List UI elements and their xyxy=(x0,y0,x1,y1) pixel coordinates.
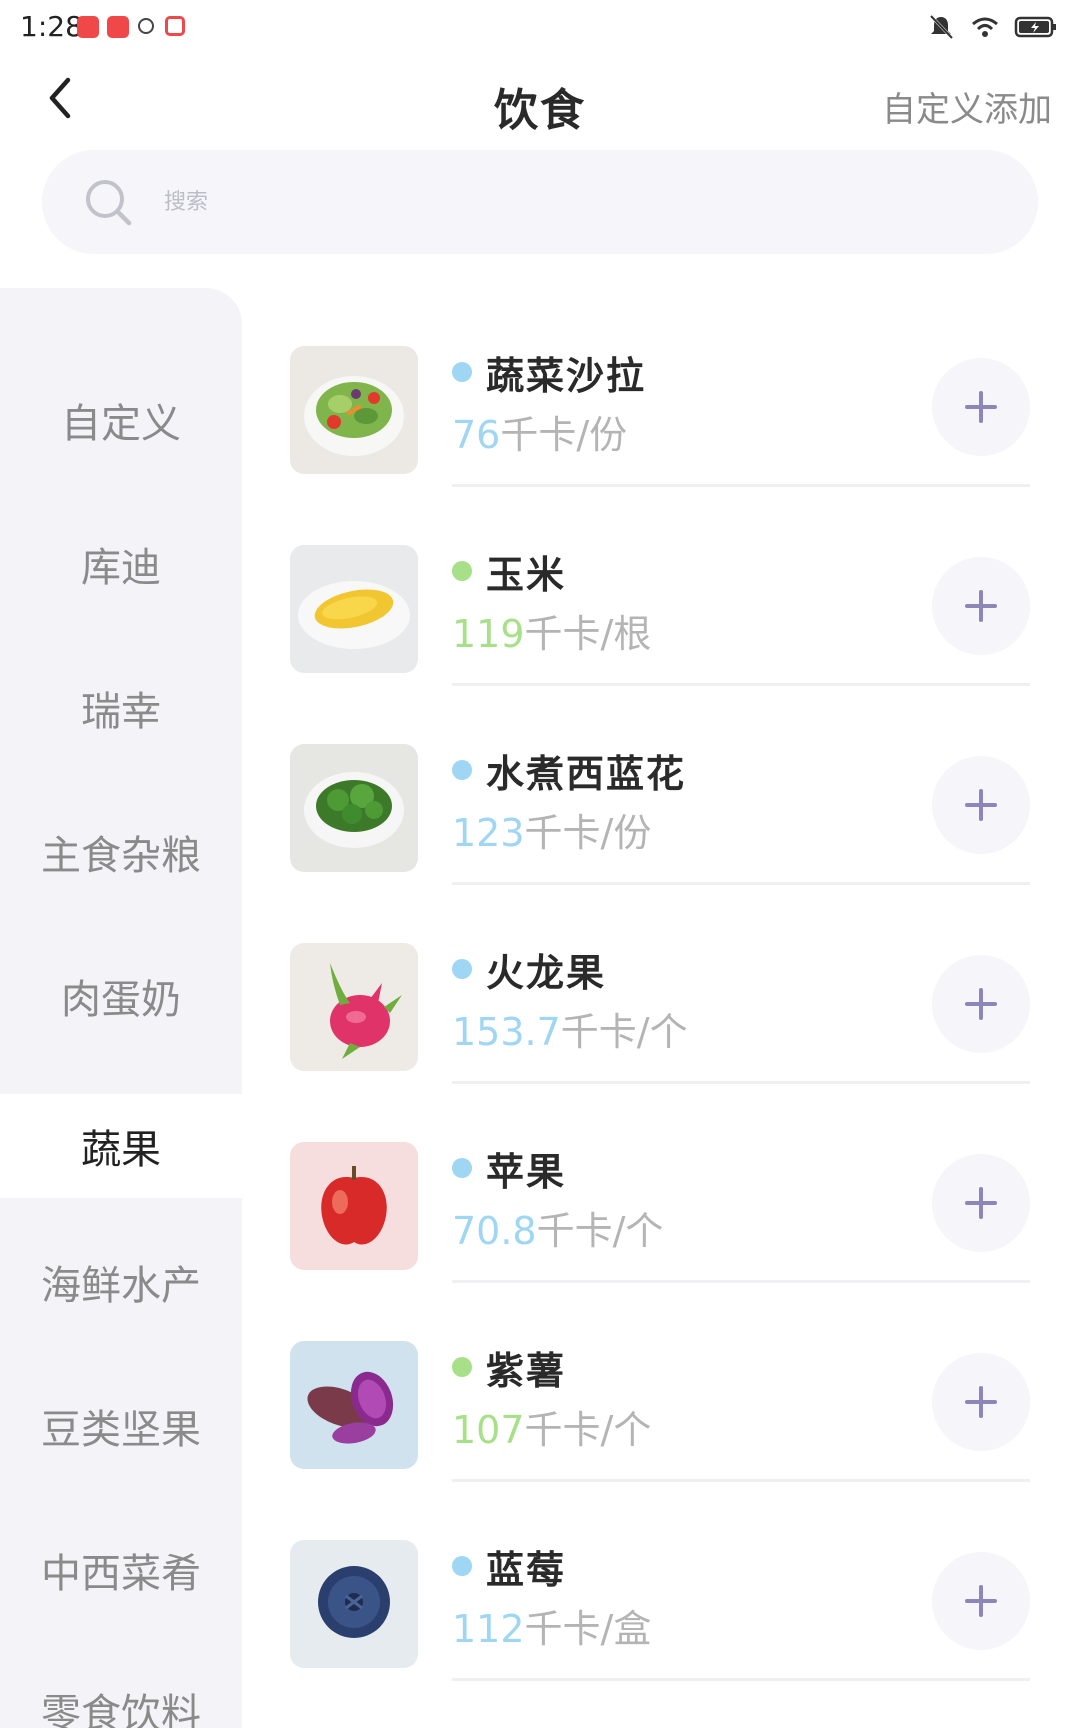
food-calories: 123千卡/份 xyxy=(452,802,686,857)
sidebar-item-beans-nuts[interactable]: 豆类坚果 xyxy=(0,1374,242,1478)
dragonfruit-image xyxy=(290,943,418,1071)
calorie-value: 70.8 xyxy=(452,1209,537,1253)
header: 饮食 自定义添加 xyxy=(0,56,1080,148)
corn-image xyxy=(290,545,418,673)
status-dot xyxy=(452,362,472,382)
plus-icon xyxy=(965,1585,997,1617)
status-dot xyxy=(452,561,472,581)
food-item[interactable]: 紫薯 107千卡/个 xyxy=(290,1283,1030,1482)
food-item[interactable]: 火龙果 153.7千卡/个 xyxy=(290,885,1030,1084)
battery-icon xyxy=(1014,16,1056,38)
plus-icon xyxy=(965,1187,997,1219)
category-sidebar: 自定义 库迪 瑞幸 主食杂粮 肉蛋奶 蔬果 海鲜水产 豆类坚果 中西菜肴 零食饮… xyxy=(0,288,242,1728)
plus-icon xyxy=(965,789,997,821)
food-calories: 153.7千卡/个 xyxy=(452,1001,688,1056)
add-food-button[interactable] xyxy=(932,358,1030,456)
food-name: 火龙果 xyxy=(486,950,607,995)
food-info: 蓝莓 112千卡/盒 xyxy=(452,1542,651,1653)
status-dot xyxy=(452,1357,472,1377)
calorie-value: 107 xyxy=(452,1408,525,1452)
food-info: 水煮西蓝花 123千卡/份 xyxy=(452,746,686,857)
food-item[interactable]: 苹果 70.8千卡/个 xyxy=(290,1084,1030,1283)
food-info: 苹果 70.8千卡/个 xyxy=(452,1144,663,1255)
plus-icon xyxy=(965,988,997,1020)
food-calories: 112千卡/盒 xyxy=(452,1598,651,1653)
sync-icon xyxy=(138,18,154,34)
food-name: 蔬菜沙拉 xyxy=(486,353,647,398)
food-calories: 70.8千卡/个 xyxy=(452,1200,663,1255)
food-name: 苹果 xyxy=(486,1149,567,1194)
sidebar-item-seafood[interactable]: 海鲜水产 xyxy=(0,1230,242,1334)
calorie-unit: 千卡/份 xyxy=(524,811,652,855)
food-calories: 119千卡/根 xyxy=(452,603,651,658)
food-item[interactable]: 水煮西蓝花 123千卡/份 xyxy=(290,686,1030,885)
sidebar-item-snacks-drinks[interactable]: 零食饮料 xyxy=(0,1658,242,1728)
status-dot xyxy=(452,1158,472,1178)
wifi-icon xyxy=(972,17,998,37)
sidebar-item-custom[interactable]: 自定义 xyxy=(0,368,242,472)
purple-sweet-potato-image xyxy=(290,1341,418,1469)
food-info: 紫薯 107千卡/个 xyxy=(452,1343,651,1454)
sidebar-item-luckin[interactable]: 瑞幸 xyxy=(0,656,242,760)
divider xyxy=(452,1678,1030,1681)
food-name: 玉米 xyxy=(486,552,567,597)
calorie-unit: 千卡/根 xyxy=(524,612,652,656)
screen: 1:28 饮食 自定义添加 搜索 自定义 库迪 瑞幸 主食杂粮 肉蛋奶 蔬果 海… xyxy=(0,0,1080,1728)
salad-image xyxy=(290,346,418,474)
food-item[interactable]: 玉米 119千卡/根 xyxy=(290,487,1030,686)
food-info: 玉米 119千卡/根 xyxy=(452,547,651,658)
food-item[interactable]: 蓝莓 112千卡/盒 xyxy=(290,1482,1030,1681)
add-food-button[interactable] xyxy=(932,557,1030,655)
sidebar-item-cotti[interactable]: 库迪 xyxy=(0,512,242,616)
calorie-unit: 千卡/盒 xyxy=(524,1607,652,1651)
food-calories: 107千卡/个 xyxy=(452,1399,651,1454)
status-time: 1:28 xyxy=(20,10,83,43)
bell-muted-icon xyxy=(929,14,954,40)
food-info: 火龙果 153.7千卡/个 xyxy=(452,945,688,1056)
app-notification-icon xyxy=(165,16,185,36)
calorie-unit: 千卡/个 xyxy=(536,1209,664,1253)
add-food-button[interactable] xyxy=(932,1552,1030,1650)
plus-icon xyxy=(965,391,997,423)
plus-icon xyxy=(965,1386,997,1418)
calorie-unit: 千卡/个 xyxy=(524,1408,652,1452)
search-input[interactable] xyxy=(164,178,864,226)
sidebar-item-meat-egg-dairy[interactable]: 肉蛋奶 xyxy=(0,944,242,1048)
calorie-value: 76 xyxy=(452,413,501,457)
status-dot xyxy=(452,959,472,979)
food-name: 紫薯 xyxy=(486,1348,567,1393)
food-item[interactable]: 蔬菜沙拉 76千卡/份 xyxy=(290,288,1030,487)
food-name: 水煮西蓝花 xyxy=(486,751,687,796)
food-info: 蔬菜沙拉 76千卡/份 xyxy=(452,348,646,459)
calorie-unit: 千卡/份 xyxy=(500,413,628,457)
status-dot xyxy=(452,760,472,780)
app-notification-icon xyxy=(107,16,129,38)
food-name: 蓝莓 xyxy=(486,1547,567,1592)
blueberry-image xyxy=(290,1540,418,1668)
sidebar-item-fruits-vegetables[interactable]: 蔬果 xyxy=(0,1094,242,1198)
calorie-value: 119 xyxy=(452,612,525,656)
sidebar-item-dishes[interactable]: 中西菜肴 xyxy=(0,1518,242,1622)
status-bar: 1:28 xyxy=(0,0,1080,56)
food-calories: 76千卡/份 xyxy=(452,404,646,459)
broccoli-image xyxy=(290,744,418,872)
add-food-button[interactable] xyxy=(932,1154,1030,1252)
calorie-value: 112 xyxy=(452,1607,525,1651)
add-food-button[interactable] xyxy=(932,1353,1030,1451)
status-icons xyxy=(926,14,1058,40)
calorie-value: 123 xyxy=(452,811,525,855)
add-food-button[interactable] xyxy=(932,955,1030,1053)
app-notification-icon xyxy=(77,16,99,38)
apple-image xyxy=(290,1142,418,1270)
add-food-button[interactable] xyxy=(932,756,1030,854)
status-dot xyxy=(452,1556,472,1576)
plus-icon xyxy=(965,590,997,622)
calorie-value: 153.7 xyxy=(452,1010,561,1054)
calorie-unit: 千卡/个 xyxy=(560,1010,688,1054)
search-bar[interactable] xyxy=(42,150,1038,254)
sidebar-item-staples[interactable]: 主食杂粮 xyxy=(0,800,242,904)
custom-add-button[interactable]: 自定义添加 xyxy=(882,82,1052,131)
search-icon xyxy=(86,180,132,226)
